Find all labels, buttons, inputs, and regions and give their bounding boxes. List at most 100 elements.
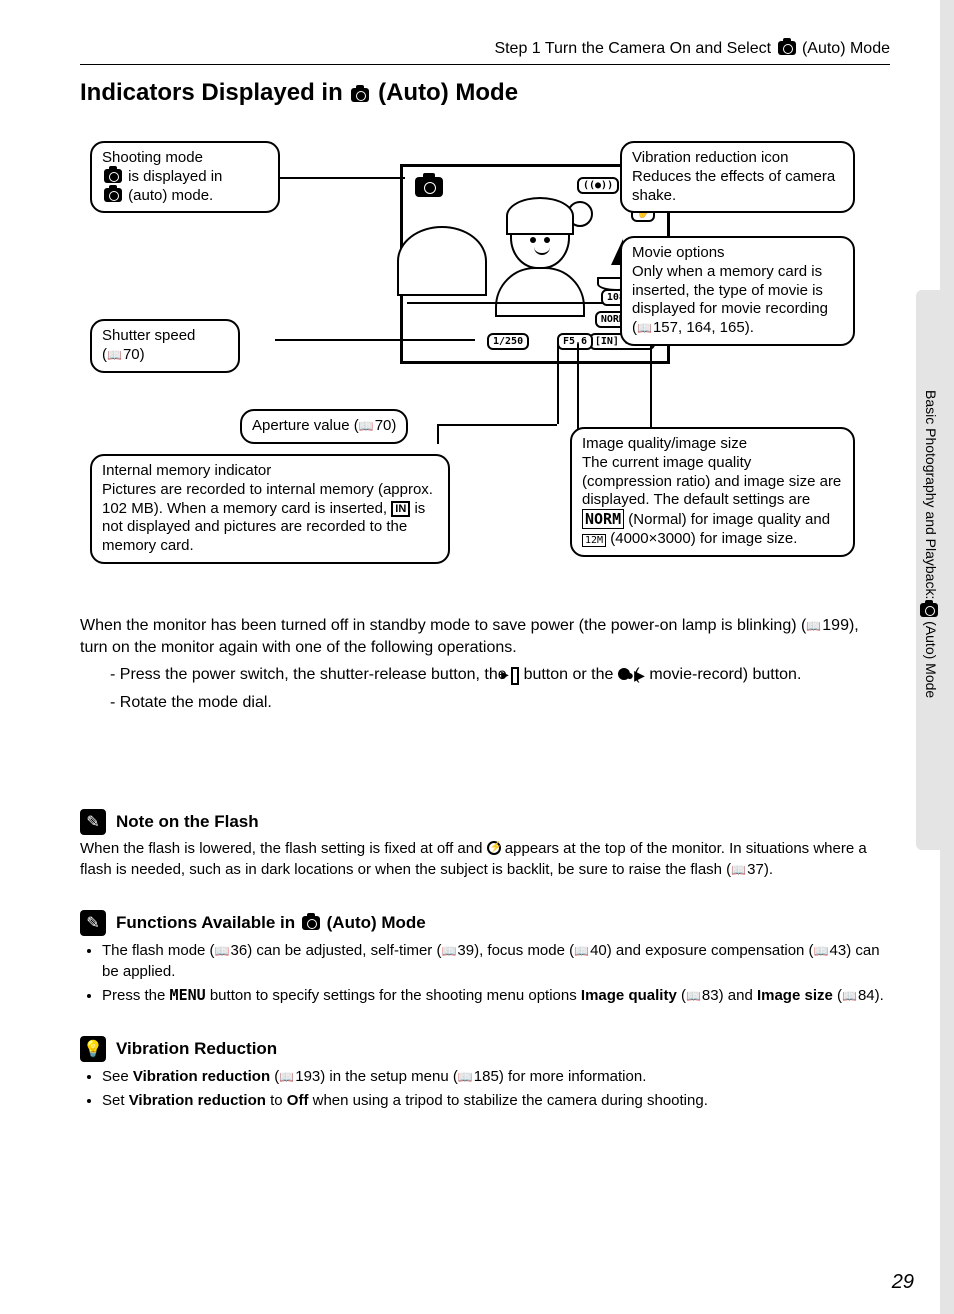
book-icon xyxy=(359,417,375,434)
text: When the monitor has been turned off in … xyxy=(80,617,806,634)
callout-line: Pictures are recorded to internal memory… xyxy=(102,481,433,517)
page-ref: 70) xyxy=(375,417,397,434)
pencil-icon: ✎ xyxy=(80,809,106,835)
page-ref: 70) xyxy=(123,346,145,363)
standby-bullet-2: - Rotate the mode dial. xyxy=(110,692,890,714)
book-icon xyxy=(637,319,653,336)
page-number: 29 xyxy=(892,1271,914,1294)
book-icon xyxy=(731,861,747,878)
callout-shutter-speed: Shutter speed (70) xyxy=(90,319,240,373)
list-item: The flash mode ( 36) can be adjusted, sel… xyxy=(102,940,890,982)
camera-icon xyxy=(778,41,796,55)
callout-image-quality: Image quality/image size The current ima… xyxy=(570,427,855,557)
menu-label: MENU xyxy=(170,986,206,1004)
bold-text: Vibration reduction xyxy=(133,1068,270,1085)
book-icon xyxy=(814,942,830,959)
page-ref: 40) and exposure compensation ( xyxy=(590,942,813,959)
in-icon: IN xyxy=(391,501,410,517)
note-flash-heading: ✎ Note on the Flash xyxy=(80,809,890,835)
text: when using a tripod to stabilize the cam… xyxy=(313,1092,708,1109)
note-vr-list: See Vibration reduction (193) in the set… xyxy=(80,1066,890,1111)
list-item: See Vibration reduction (193) in the set… xyxy=(102,1066,890,1087)
page-ref: 84). xyxy=(858,987,884,1004)
standby-bullet-1: - Press the power switch, the shutter-re… xyxy=(110,664,890,686)
page-ref: 185) for more information. xyxy=(474,1068,647,1085)
title-pre: Indicators Displayed in xyxy=(80,79,343,106)
callout-line: Shutter speed xyxy=(102,327,195,344)
callout-aperture: Aperture value ( 70) xyxy=(240,409,408,444)
vr-indicator-icon: ((●)) xyxy=(577,177,619,194)
text: When the flash is lowered, the flash set… xyxy=(80,840,482,857)
bulb-icon: 💡 xyxy=(80,1036,106,1062)
page-ref: 39), focus mode ( xyxy=(457,942,574,959)
callout-line: (Normal) for image quality and xyxy=(628,511,830,528)
text: See xyxy=(102,1068,129,1085)
pencil-icon: ✎ xyxy=(80,910,106,936)
camera-icon xyxy=(104,188,122,202)
callout-line: is displayed in xyxy=(128,168,222,185)
callout-line: (auto) mode. xyxy=(128,187,213,204)
bold-text: Image quality xyxy=(581,987,677,1004)
note-functions-list: The flash mode ( 36) can be adjusted, sel… xyxy=(80,940,890,1006)
callout-movie-options: Movie options Only when a memory card is… xyxy=(620,236,855,346)
callout-line: Movie options xyxy=(632,244,725,261)
book-icon xyxy=(842,987,858,1004)
book-icon xyxy=(279,1068,295,1085)
page-title: Indicators Displayed in (Auto) Mode xyxy=(80,79,890,107)
text: to xyxy=(270,1092,283,1109)
breadcrumb-tail: (Auto) Mode xyxy=(802,40,890,57)
book-icon xyxy=(686,987,702,1004)
aperture-chip: F5.6 xyxy=(557,333,593,350)
note-functions-heading: ✎ Functions Available in (Auto) Mode xyxy=(80,910,890,936)
bold-text: Image size xyxy=(757,987,833,1004)
note-title: Note on the Flash xyxy=(116,812,259,832)
shutter-chip: 1/250 xyxy=(487,333,529,350)
callout-internal-memory: Internal memory indicator Pictures are r… xyxy=(90,454,450,564)
note-title: Functions Available in (Auto) Mode xyxy=(116,913,426,933)
side-text: Basic Photography and Playback: xyxy=(923,390,939,599)
text: Set xyxy=(102,1092,125,1109)
text: Press the xyxy=(102,987,165,1004)
camera-icon xyxy=(302,916,320,930)
camera-icon xyxy=(104,169,122,183)
title-post: (Auto) Mode xyxy=(378,79,518,106)
page-ref: 36) can be adjusted, self-timer ( xyxy=(231,942,442,959)
text: Rotate the mode dial. xyxy=(120,694,272,711)
text: movie-record) button. xyxy=(649,666,801,683)
list-item: Set Vibration reduction to Off when usin… xyxy=(102,1090,890,1111)
size-badge: 12M xyxy=(582,534,606,547)
callout-line: The current image quality (compression r… xyxy=(582,454,841,509)
note-flash-body: When the flash is lowered, the flash set… xyxy=(80,839,890,880)
movie-record-icon: ●▶ xyxy=(640,666,645,685)
manual-page: Basic Photography and Playback: (Auto) M… xyxy=(0,0,940,1314)
callout-line: Internal memory indicator xyxy=(102,462,271,479)
standby-paragraph: When the monitor has been turned off in … xyxy=(80,615,890,658)
book-icon xyxy=(441,942,457,959)
callout-line: Aperture value ( xyxy=(252,417,359,434)
text: (Auto) Mode xyxy=(327,913,426,932)
page-ref: 83) and xyxy=(702,987,753,1004)
camera-icon xyxy=(920,603,938,617)
book-icon xyxy=(806,617,822,634)
flash-off-icon xyxy=(487,841,501,855)
callout-vibration-reduction: Vibration reduction icon Reduces the eff… xyxy=(620,141,855,213)
callout-line: (4000×3000) for image size. xyxy=(610,530,797,547)
callout-line: Image quality/image size xyxy=(582,435,747,452)
mode-camera-icon xyxy=(415,177,443,197)
callout-line: Shooting mode xyxy=(102,149,203,166)
bold-text: Off xyxy=(287,1092,309,1109)
text: The flash mode ( xyxy=(102,942,215,959)
norm-badge: NORM xyxy=(582,509,624,529)
text: button to specify settings for the shoot… xyxy=(210,987,577,1004)
page-ref: 157, 164, 165). xyxy=(653,319,754,336)
camera-icon xyxy=(351,88,369,102)
note-title: Vibration Reduction xyxy=(116,1039,277,1059)
book-icon xyxy=(458,1068,474,1085)
bold-text: Vibration reduction xyxy=(129,1092,266,1109)
breadcrumb: Step 1 Turn the Camera On and Select (Au… xyxy=(80,40,890,65)
text: Press the power switch, the shutter-rele… xyxy=(120,666,507,683)
callout-line: Vibration reduction icon xyxy=(632,149,789,166)
note-vr-heading: 💡 Vibration Reduction xyxy=(80,1036,890,1062)
page-ref: 193) in the setup menu ( xyxy=(295,1068,458,1085)
breadcrumb-text: Step 1 Turn the Camera On and Select xyxy=(494,40,771,57)
